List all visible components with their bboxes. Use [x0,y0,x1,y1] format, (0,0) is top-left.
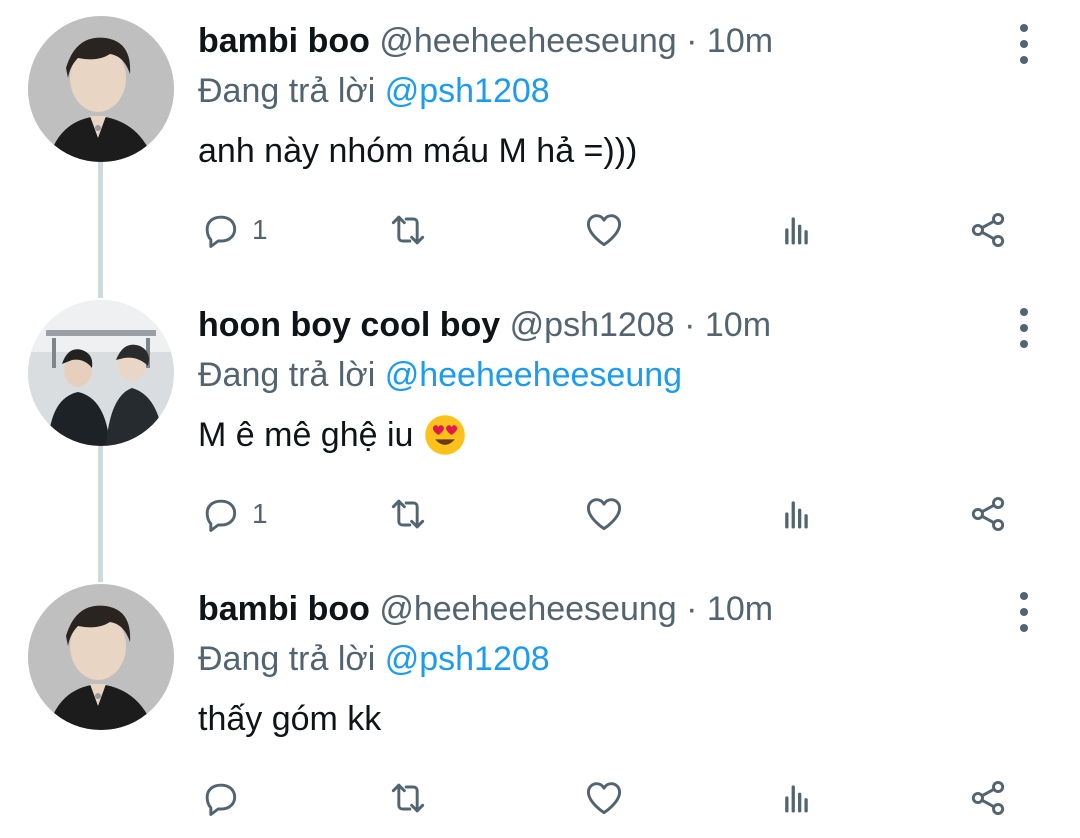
avatar[interactable] [28,16,174,162]
reply-button[interactable]: 1 [198,206,268,254]
replying-to: Đang trả lời @psh1208 [198,66,1010,116]
vertical-dots-icon [1020,592,1028,600]
avatar[interactable] [28,584,174,730]
reply-prefix: Đang trả lời [198,640,376,678]
tweet-text-content: anh này nhóm máu M hả =))) [198,132,638,170]
reply-mention-link[interactable]: @psh1208 [385,640,550,678]
replying-to: Đang trả lời @heeheeheeseung [198,350,1010,400]
reply-count: 1 [252,498,268,529]
bar-chart-icon [785,501,808,529]
retweet-icon [391,499,425,529]
tweet-actions: 1 [198,206,1014,254]
more-options-button[interactable] [1012,308,1036,348]
like-button[interactable] [582,206,626,254]
replying-to: Đang trả lời @psh1208 [198,634,1010,684]
share-icon [971,780,1005,816]
display-name[interactable]: hoon boy cool boy [198,306,500,344]
more-options-button[interactable] [1012,592,1036,632]
tweet-text: anh này nhóm máu M hả =))) [198,126,1010,176]
speech-bubble-icon [205,783,237,816]
tweet[interactable]: hoon boy cool boy @psh1208 · 10m Đang tr… [0,284,1080,564]
tweet-text: thấy góm kk [198,694,1010,744]
reply-button[interactable] [198,774,252,822]
separator-dot: · [684,306,696,344]
reply-prefix: Đang trả lời [198,356,376,394]
reply-prefix: Đang trả lời [198,72,376,110]
vertical-dots-icon [1020,308,1028,316]
vertical-dots-icon [1020,24,1028,32]
timestamp[interactable]: 10m [705,306,771,344]
share-button[interactable] [966,206,1010,254]
timestamp[interactable]: 10m [707,590,773,628]
heart-icon [586,782,622,815]
timestamp[interactable]: 10m [707,22,773,60]
tweet-text-content: M ê mê ghệ iu [198,416,414,454]
tweet-actions: 1 [198,490,1014,538]
share-button[interactable] [966,774,1010,822]
reply-mention-link[interactable]: @heeheeheeseung [385,356,682,394]
tweet-actions [198,774,1014,822]
bar-chart-icon [785,217,808,245]
views-button[interactable] [774,774,818,822]
heart-icon [586,214,622,247]
retweet-icon [391,215,425,245]
avatar[interactable] [28,300,174,446]
heart-eyes-emoji-icon [425,415,466,455]
user-handle[interactable]: @heeheeheeseung [379,590,676,628]
tweet[interactable]: bambi boo @heeheeheeseung · 10m Đang trả… [0,568,1080,838]
like-button[interactable] [582,490,626,538]
reply-count: 1 [252,214,268,245]
tweet-text-content: thấy góm kk [198,700,382,738]
retweet-button[interactable] [386,206,430,254]
views-button[interactable] [774,206,818,254]
retweet-icon [391,783,425,813]
share-icon [971,212,1005,248]
display-name[interactable]: bambi boo [198,590,370,628]
heart-icon [586,498,622,531]
share-button[interactable] [966,490,1010,538]
bar-chart-icon [785,785,808,813]
views-button[interactable] [774,490,818,538]
tweet-text: M ê mê ghệ iu 😍 [198,410,1010,460]
like-button[interactable] [582,774,626,822]
user-handle[interactable]: @heeheeheeseung [379,22,676,60]
speech-bubble-icon [205,215,237,248]
retweet-button[interactable] [386,490,430,538]
user-handle[interactable]: @psh1208 [510,306,675,344]
retweet-button[interactable] [386,774,430,822]
reply-button[interactable]: 1 [198,490,268,538]
share-icon [971,496,1005,532]
tweet[interactable]: bambi boo @heeheeheeseung · 10m Đang trả… [0,0,1080,280]
display-name[interactable]: bambi boo [198,22,370,60]
more-options-button[interactable] [1012,24,1036,64]
speech-bubble-icon [205,499,237,532]
separator-dot: · [686,590,698,628]
reply-mention-link[interactable]: @psh1208 [385,72,550,110]
separator-dot: · [686,22,698,60]
